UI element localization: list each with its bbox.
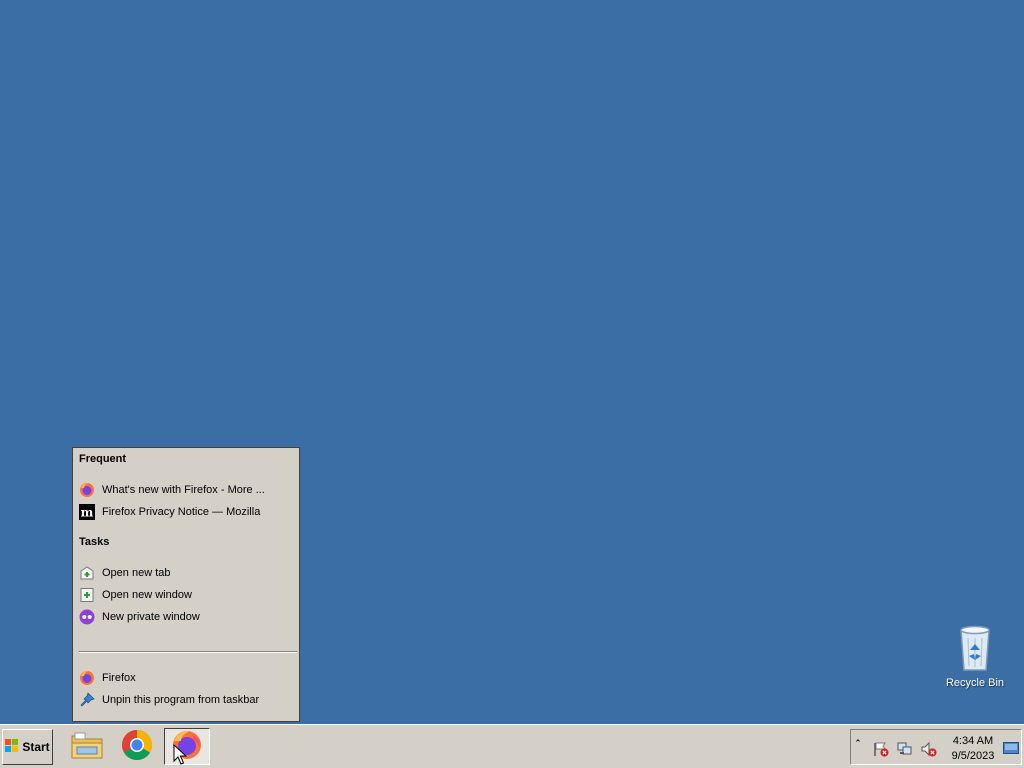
firefox-icon (79, 482, 95, 498)
jumplist-item-open-new-window[interactable]: Open new window (79, 585, 293, 605)
recycle-bin-label: Recycle Bin (945, 677, 1005, 689)
recycle-bin-icon (960, 625, 990, 671)
clock-date: 9/5/2023 (951, 750, 995, 762)
taskbar-chrome[interactable] (114, 728, 160, 765)
jumplist-item-unpin[interactable]: Unpin this program from taskbar (79, 690, 293, 710)
windows-logo-icon (5, 738, 19, 756)
firefox-jump-list: Frequent What's new with Firefox - More … (72, 447, 300, 722)
show-desktop-icon[interactable] (1003, 742, 1019, 754)
jumplist-item-new-private-window[interactable]: New private window (79, 607, 293, 627)
frequent-header: Frequent (79, 453, 127, 465)
jumplist-item-label: New private window (102, 611, 200, 623)
recycle-bin[interactable]: Recycle Bin (940, 624, 1010, 689)
tasks-header: Tasks (79, 536, 110, 548)
mozilla-m-icon: m (79, 504, 95, 520)
jumplist-item-privacy-notice[interactable]: m Firefox Privacy Notice — Mozilla (79, 502, 293, 522)
new-tab-icon (79, 565, 95, 581)
start-button[interactable]: Start (2, 729, 53, 765)
start-label: Start (22, 740, 50, 754)
folder-icon (71, 731, 103, 762)
volume-muted-icon[interactable] (921, 741, 937, 757)
mouse-cursor-icon (173, 744, 187, 765)
private-window-icon (79, 609, 95, 625)
clock-time: 4:34 AM (952, 735, 994, 747)
taskbar-file-explorer[interactable] (64, 728, 110, 765)
jumplist-separator (79, 651, 297, 653)
jumplist-item-label: Firefox (102, 672, 136, 684)
firefox-icon (79, 670, 95, 686)
jumplist-item-firefox[interactable]: Firefox (79, 668, 293, 688)
jumplist-item-label: Open new window (102, 589, 192, 601)
show-hidden-icons-icon[interactable]: ˆ (856, 739, 860, 751)
jumplist-item-whats-new[interactable]: What's new with Firefox - More ... (79, 480, 293, 500)
jumplist-item-open-new-tab[interactable]: Open new tab (79, 563, 293, 583)
unpin-icon (79, 692, 95, 708)
taskbar-firefox[interactable] (164, 728, 210, 765)
new-window-icon (79, 587, 95, 603)
chrome-icon (121, 729, 153, 764)
jumplist-item-label: Unpin this program from taskbar (102, 694, 260, 706)
svg-text:m: m (81, 506, 94, 520)
network-icon[interactable] (897, 741, 913, 757)
jumplist-item-label: Open new tab (102, 567, 171, 579)
jumplist-item-label: What's new with Firefox - More ... (102, 484, 265, 496)
notification-area: ˆ 4:34 AM 9/5/2023 (850, 729, 1022, 765)
clock[interactable]: 4:34 AM 9/5/2023 (947, 734, 999, 764)
jumplist-item-label: Firefox Privacy Notice — Mozilla (102, 506, 261, 518)
action-center-flag-icon[interactable] (873, 741, 889, 757)
taskbar: Start ˆ 4:34 AM 9/5/2023 (0, 724, 1024, 768)
